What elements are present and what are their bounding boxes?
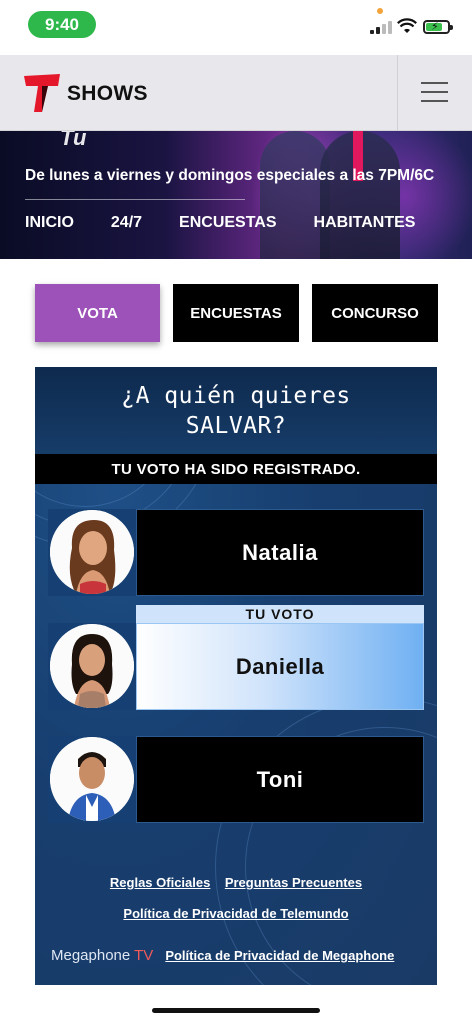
candidate-name: Natalia xyxy=(136,509,424,596)
link-privacy-megaphone[interactable]: Política de Privacidad de Megaphone xyxy=(165,948,394,963)
hero-banner: Tu De lunes a viernes y domingos especia… xyxy=(0,131,472,259)
link-privacy-telemundo[interactable]: Política de Privacidad de Telemundo xyxy=(123,906,348,921)
site-header: SHOWS xyxy=(0,55,472,131)
link-rules[interactable]: Reglas Oficiales xyxy=(110,875,210,890)
vote-widget: ¿A quién quieres SALVAR? TU VOTO HA SIDO… xyxy=(35,367,437,985)
tab-encuestas[interactable]: ENCUESTAS xyxy=(173,284,299,342)
candidate-name: Toni xyxy=(136,736,424,823)
avatar xyxy=(50,510,134,594)
nav-24-7[interactable]: 24/7 xyxy=(111,214,142,232)
link-faq[interactable]: Preguntas Precuentes xyxy=(225,875,362,890)
vote-question: ¿A quién quieres SALVAR? xyxy=(35,381,437,441)
avatar xyxy=(50,624,134,708)
hero-schedule: De lunes a viernes y domingos especiales… xyxy=(25,167,435,184)
nav-inicio[interactable]: INICIO xyxy=(25,214,74,232)
nav-habitantes[interactable]: HABITANTES xyxy=(314,214,416,232)
tab-concurso[interactable]: CONCURSO xyxy=(312,284,438,342)
wifi-icon xyxy=(397,18,417,33)
footer-links-row: Reglas Oficiales Preguntas Precuentes xyxy=(35,874,437,892)
candidate-natalia[interactable]: Natalia xyxy=(48,509,424,596)
status-time: 9:40 xyxy=(28,11,96,38)
battery-icon: ⚡ xyxy=(423,20,453,34)
divider xyxy=(25,199,245,200)
cellular-signal-icon xyxy=(370,20,392,34)
footer-links-row: Política de Privacidad de Telemundo xyxy=(35,905,437,923)
status-bar: 9:40 ⚡ xyxy=(0,0,472,54)
vote-confirmation: TU VOTO HA SIDO REGISTRADO. xyxy=(35,454,437,484)
menu-icon[interactable] xyxy=(421,80,448,104)
mic-indicator-icon xyxy=(377,8,383,14)
header-divider xyxy=(397,55,398,131)
home-indicator[interactable] xyxy=(152,1008,320,1013)
candidate-toni[interactable]: Toni xyxy=(48,736,424,823)
question-line-2: SALVAR? xyxy=(185,413,287,439)
brand-label: SHOWS xyxy=(67,82,148,105)
candidate-daniella[interactable]: Daniella xyxy=(48,623,424,710)
avatar xyxy=(50,737,134,821)
candidate-name: Daniella xyxy=(136,623,424,710)
section-tabs: VOTA ENCUESTAS CONCURSO xyxy=(35,284,438,342)
hero-logo-script: Tu xyxy=(60,131,87,150)
your-vote-label: TU VOTO xyxy=(136,605,424,623)
megaphone-row: Megaphone TV Política de Privacidad de M… xyxy=(51,947,394,964)
question-line-1: ¿A quién quieres xyxy=(121,383,351,409)
megaphone-logo: Megaphone TV xyxy=(51,947,154,964)
telemundo-logo[interactable] xyxy=(24,74,60,112)
nav-encuestas[interactable]: ENCUESTAS xyxy=(179,214,277,232)
tab-vota[interactable]: VOTA xyxy=(35,284,160,342)
hero-nav: INICIO 24/7 ENCUESTAS HABITANTES xyxy=(25,214,415,232)
